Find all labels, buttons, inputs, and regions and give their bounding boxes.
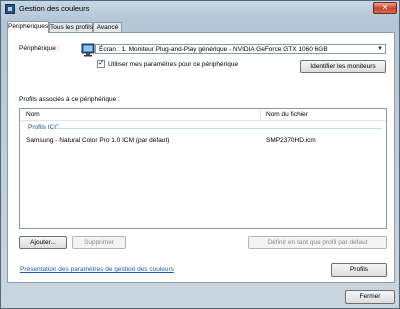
color-management-window: Gestion des couleurs ✕ Périphériques Tou… bbox=[0, 0, 400, 309]
list-header: Nom Nom du fichier bbox=[20, 109, 386, 121]
device-label: Périphérique : bbox=[19, 45, 60, 52]
use-settings-label: Utiliser mes paramètres pour ce périphér… bbox=[108, 61, 239, 68]
add-button[interactable]: Ajouter... bbox=[19, 236, 67, 249]
set-default-button[interactable]: Définir en tant que profil par défaut bbox=[248, 236, 387, 249]
profile-name: Samsung - Natural Color Pro 1.0 ICM (par… bbox=[26, 137, 170, 144]
column-header-nom[interactable]: Nom bbox=[26, 111, 40, 118]
title-bar: Gestion des couleurs ✕ bbox=[1, 1, 399, 17]
window-close-button[interactable]: ✕ bbox=[373, 2, 397, 14]
device-select-value: Écran : 1. Moniteur Plug-and-Play généri… bbox=[99, 46, 328, 53]
window-title: Gestion des couleurs bbox=[19, 4, 90, 13]
column-header-nom-du-fichier[interactable]: Nom du fichier bbox=[266, 111, 308, 118]
column-separator[interactable] bbox=[260, 110, 261, 119]
profiles-section-label: Profils associés à ce périphérique : bbox=[19, 96, 120, 103]
color-settings-overview-link[interactable]: Présentation des paramètres de gestion d… bbox=[20, 266, 174, 273]
chevron-down-icon: ▼ bbox=[377, 46, 383, 52]
device-select[interactable]: Écran : 1. Moniteur Plug-and-Play généri… bbox=[95, 44, 386, 54]
close-button[interactable]: Fermer bbox=[345, 290, 395, 304]
use-settings-checkbox[interactable]: ✓ bbox=[97, 60, 105, 68]
devices-panel: Périphérique : Écran : 1. Moniteur Plug-… bbox=[7, 32, 395, 283]
group-divider bbox=[56, 128, 382, 129]
group-header-icc[interactable]: Profils ICC bbox=[28, 124, 59, 131]
monitor-icon bbox=[81, 43, 95, 57]
remove-button[interactable]: Supprimer bbox=[72, 236, 126, 249]
identify-monitors-button[interactable]: Identifier les moniteurs bbox=[300, 60, 386, 73]
tab-peripheriques[interactable]: Périphériques bbox=[7, 21, 49, 33]
profiles-button[interactable]: Profils bbox=[331, 263, 387, 277]
profile-file: SMP2370HD.icm bbox=[266, 137, 316, 144]
profiles-list[interactable]: Nom Nom du fichier Profils ICC Samsung -… bbox=[19, 108, 387, 229]
color-management-icon bbox=[5, 4, 15, 14]
